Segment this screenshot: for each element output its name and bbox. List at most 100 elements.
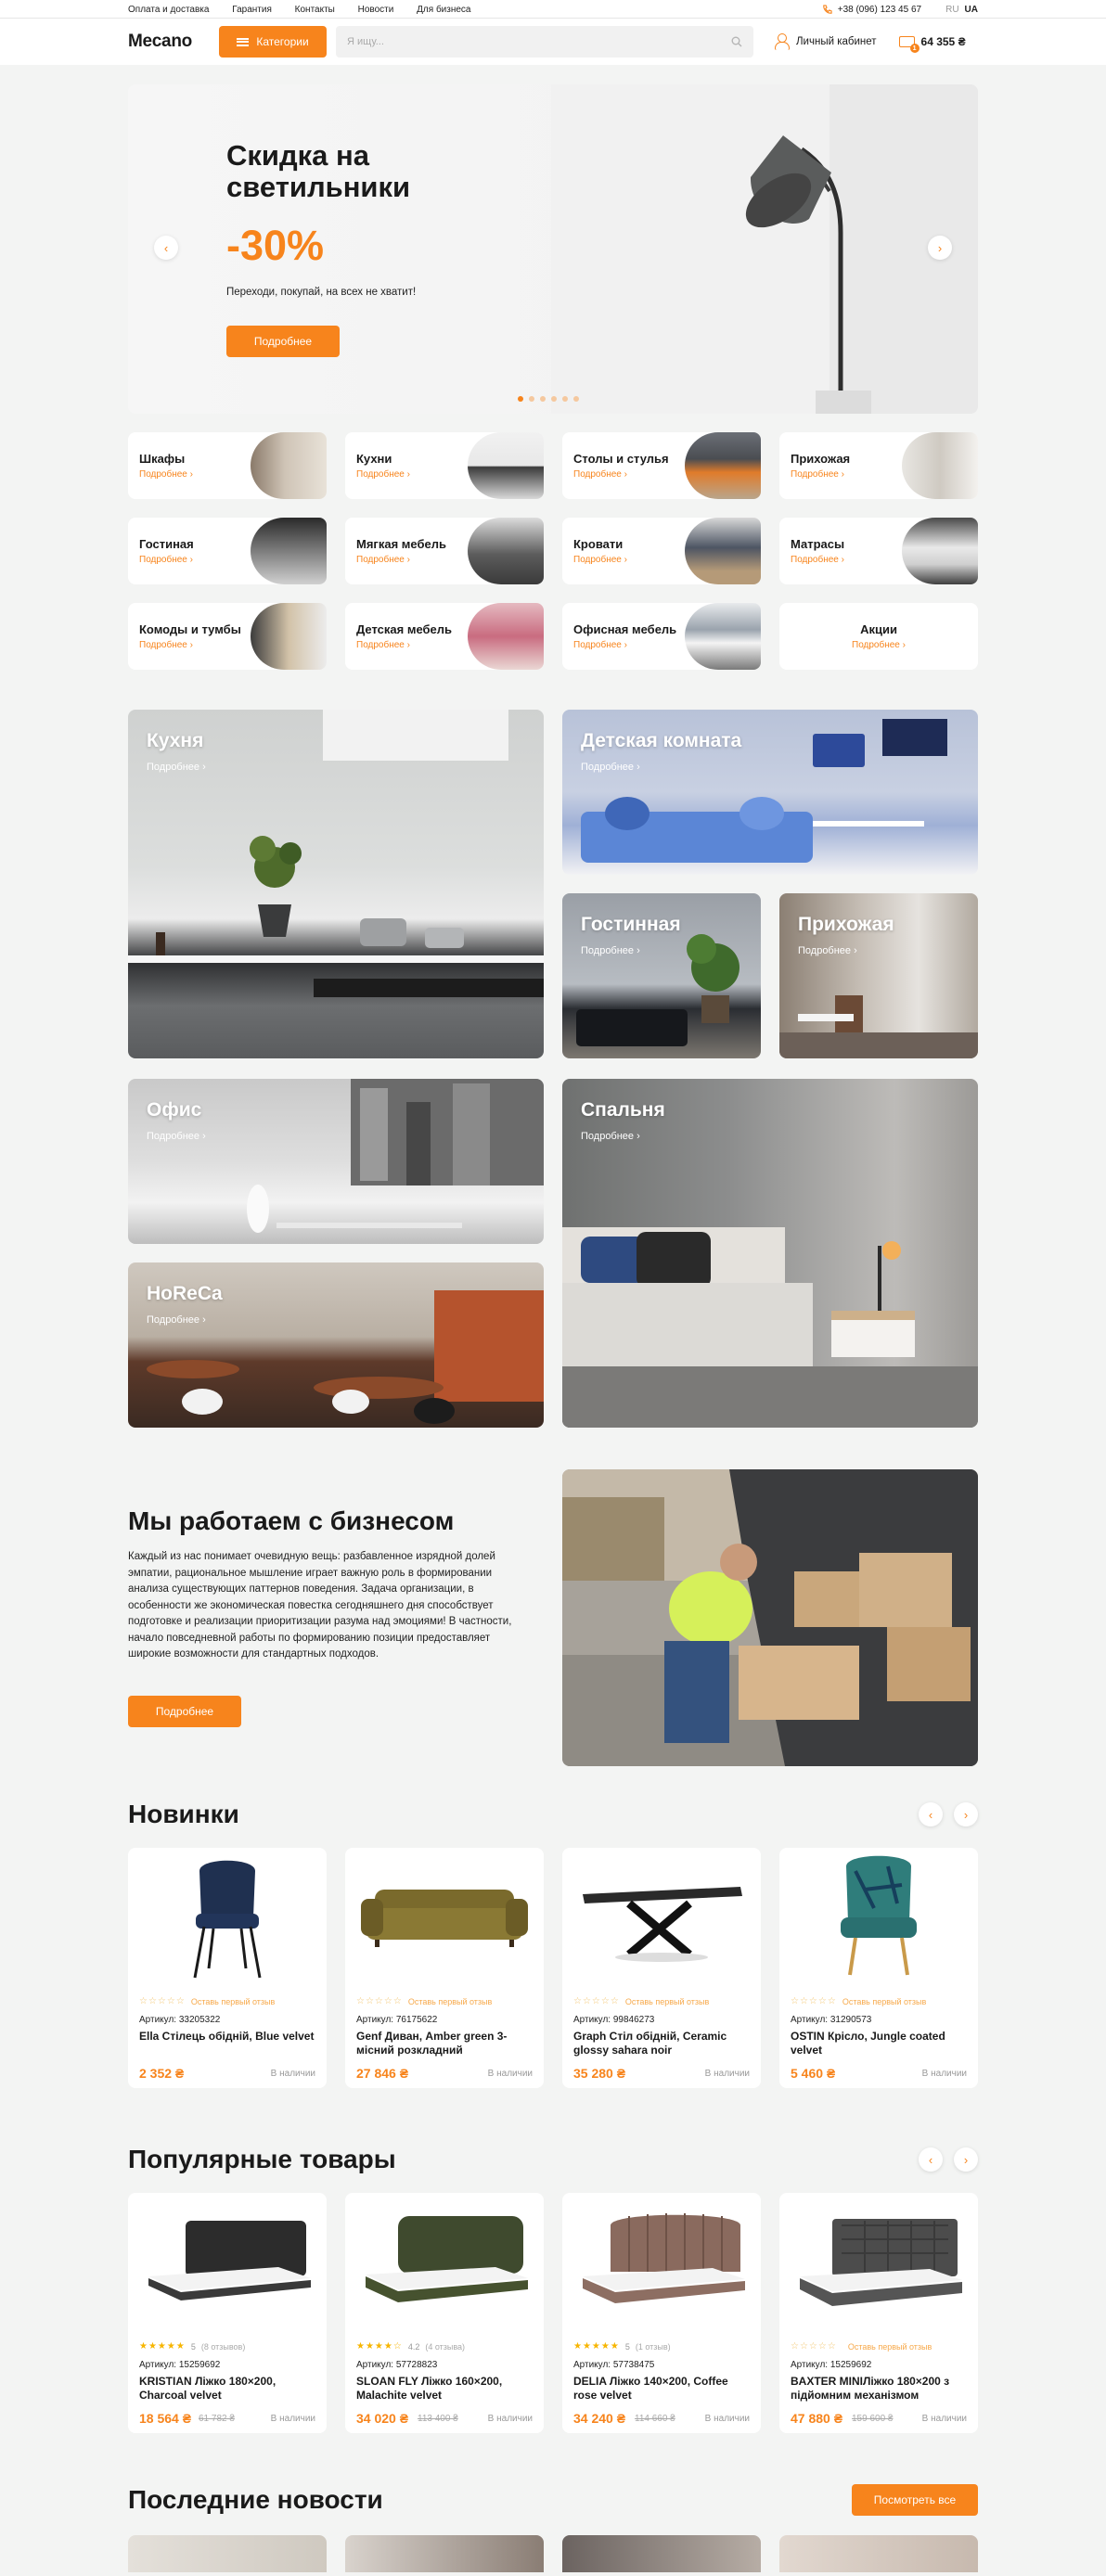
- product-card[interactable]: ☆☆☆☆☆ Оставь первый отзыв Артикул: 761756…: [345, 1848, 544, 2088]
- hero-dot[interactable]: [551, 396, 557, 402]
- product-name[interactable]: DELIA Ліжко 140×200, Coffee rose velvet: [573, 2375, 753, 2403]
- hero-dot[interactable]: [529, 396, 534, 402]
- room-more[interactable]: Подробнее ›: [798, 945, 857, 956]
- category-mattresses[interactable]: Матрасы Подробнее ›: [779, 518, 978, 584]
- category-dressers[interactable]: Комоды и тумбы Подробнее ›: [128, 603, 327, 670]
- category-kids-furniture[interactable]: Детская мебель Подробнее ›: [345, 603, 544, 670]
- search-input[interactable]: Я ищу...: [336, 26, 753, 58]
- category-living-room[interactable]: Гостиная Подробнее ›: [128, 518, 327, 584]
- category-soft-furniture[interactable]: Мягкая мебель Подробнее ›: [345, 518, 544, 584]
- hero-prev-button[interactable]: ‹: [154, 236, 178, 260]
- lang-ua[interactable]: UA: [965, 5, 978, 15]
- category-more[interactable]: Подробнее ›: [573, 555, 627, 565]
- product-name[interactable]: KRISTIAN Ліжко 180×200, Charcoal velvet: [139, 2375, 319, 2403]
- product-name[interactable]: OSTIN Крісло, Jungle coated velvet: [791, 2030, 971, 2057]
- category-more[interactable]: Подробнее ›: [356, 640, 410, 650]
- news-view-all-button[interactable]: Посмотреть все: [852, 2484, 978, 2516]
- room-hallway[interactable]: Прихожая Подробнее ›: [779, 893, 978, 1058]
- category-tables-chairs[interactable]: Столы и стулья Подробнее ›: [562, 432, 761, 499]
- room-more[interactable]: Подробнее ›: [147, 1314, 206, 1326]
- product-card[interactable]: ☆☆☆☆☆ Оставь первый отзыв Артикул: 152596…: [779, 2193, 978, 2433]
- product-card[interactable]: ☆☆☆☆☆ Оставь первый отзыв Артикул: 332053…: [128, 1848, 327, 2088]
- rating-reviews[interactable]: (4 отзыва): [425, 2342, 465, 2352]
- popular-prev-button[interactable]: ‹: [919, 2147, 943, 2172]
- hero-dot[interactable]: [562, 396, 568, 402]
- rating-text[interactable]: Оставь первый отзыв: [191, 1997, 275, 2006]
- room-office[interactable]: Офис Подробнее ›: [128, 1079, 544, 1244]
- hero-dot[interactable]: [540, 396, 546, 402]
- rating-text[interactable]: Оставь первый отзыв: [408, 1997, 492, 2006]
- room-kitchen[interactable]: Кухня Подробнее ›: [128, 710, 544, 1058]
- top-link-business[interactable]: Для бизнеса: [417, 5, 470, 15]
- category-beds[interactable]: Кровати Подробнее ›: [562, 518, 761, 584]
- product-image: [779, 2193, 978, 2332]
- hero-dot[interactable]: [573, 396, 579, 402]
- product-name[interactable]: BAXTER MINIЛіжко 180×200 з підйомним мех…: [791, 2375, 971, 2403]
- rating-reviews[interactable]: Оставь первый отзыв: [848, 2342, 932, 2352]
- chevron-left-icon: ‹: [928, 2152, 933, 2167]
- cabinet-link[interactable]: Личный кабинет: [774, 33, 877, 50]
- top-link-warranty[interactable]: Гарантия: [232, 5, 272, 15]
- category-more[interactable]: Подробнее ›: [139, 640, 193, 650]
- product-name[interactable]: Graph Стіл обідній, Ceramic glossy sahar…: [573, 2030, 753, 2057]
- cart-button[interactable]: 1 64 355 ₴: [897, 33, 966, 53]
- news-card-image[interactable]: [345, 2535, 544, 2572]
- category-hallway[interactable]: Прихожая Подробнее ›: [779, 432, 978, 499]
- lang-ru[interactable]: RU: [945, 5, 958, 15]
- category-more[interactable]: Подробнее ›: [139, 469, 193, 480]
- rating-text[interactable]: Оставь первый отзыв: [842, 1997, 926, 2006]
- product-old-price: 61 782 ₴: [199, 2414, 235, 2424]
- search-icon[interactable]: [731, 36, 742, 47]
- news-card-image[interactable]: [779, 2535, 978, 2572]
- product-name[interactable]: SLOAN FLY Ліжко 160×200, Malachite velve…: [356, 2375, 536, 2403]
- hero-dot[interactable]: [518, 396, 523, 402]
- hero-next-button[interactable]: ›: [928, 236, 952, 260]
- category-more[interactable]: Подробнее ›: [791, 469, 844, 480]
- business-more-button[interactable]: Подробнее: [128, 1696, 241, 1727]
- room-more[interactable]: Подробнее ›: [147, 1131, 206, 1142]
- logo[interactable]: Mecano: [128, 32, 219, 52]
- product-name[interactable]: Ella Стілець обідній, Blue velvet: [139, 2030, 319, 2044]
- top-link-contacts[interactable]: Контакты: [295, 5, 335, 15]
- rating-reviews[interactable]: (1 отзыв): [636, 2342, 671, 2352]
- top-link-payment[interactable]: Оплата и доставка: [128, 5, 209, 15]
- new-prev-button[interactable]: ‹: [919, 1802, 943, 1826]
- room-more[interactable]: Подробнее ›: [581, 1131, 640, 1142]
- room-kids[interactable]: Детская комната Подробнее ›: [562, 710, 978, 875]
- category-more[interactable]: Подробнее ›: [779, 640, 978, 650]
- room-more[interactable]: Подробнее ›: [581, 762, 640, 773]
- phone-number[interactable]: +38 (096) 123 45 67: [838, 5, 921, 15]
- room-more[interactable]: Подробнее ›: [147, 762, 206, 773]
- product-card[interactable]: ★★★★☆ 4.2 (4 отзыва) Артикул: 57728823 SLO…: [345, 2193, 544, 2433]
- product-card[interactable]: ★★★★★ 5 (8 отзывов) Артикул: 15259692 KRIS…: [128, 2193, 327, 2433]
- room-living[interactable]: Гостинная Подробнее ›: [562, 893, 761, 1058]
- category-more[interactable]: Подробнее ›: [356, 469, 410, 480]
- hero-more-button[interactable]: Подробнее: [226, 326, 340, 357]
- popular-products-header: Популярные товары ‹ ›: [128, 2139, 978, 2180]
- news-card-image[interactable]: [128, 2535, 327, 2572]
- category-more[interactable]: Подробнее ›: [791, 555, 844, 565]
- category-sales[interactable]: Акции Подробнее ›: [779, 603, 978, 670]
- room-more[interactable]: Подробнее ›: [581, 945, 640, 956]
- category-more[interactable]: Подробнее ›: [356, 555, 410, 565]
- category-office-furniture[interactable]: Офисная мебель Подробнее ›: [562, 603, 761, 670]
- new-next-button[interactable]: ›: [954, 1802, 978, 1826]
- news-card-image[interactable]: [562, 2535, 761, 2572]
- categories-button[interactable]: Категории: [219, 26, 327, 58]
- room-horeca[interactable]: HoReCa Подробнее ›: [128, 1262, 544, 1428]
- category-title: Кровати: [573, 537, 624, 551]
- product-card[interactable]: ★★★★★ 5 (1 отзыв) Артикул: 57738475 DELIA …: [562, 2193, 761, 2433]
- rating-text[interactable]: Оставь первый отзыв: [625, 1997, 709, 2006]
- top-link-news[interactable]: Новости: [358, 5, 394, 15]
- category-more[interactable]: Подробнее ›: [573, 640, 627, 650]
- category-more[interactable]: Подробнее ›: [139, 555, 193, 565]
- room-bedroom[interactable]: Спальня Подробнее ›: [562, 1079, 978, 1428]
- rating-reviews[interactable]: (8 отзывов): [201, 2342, 246, 2352]
- category-wardrobes[interactable]: Шкафы Подробнее ›: [128, 432, 327, 499]
- category-more[interactable]: Подробнее ›: [573, 469, 627, 480]
- product-card[interactable]: ☆☆☆☆☆ Оставь первый отзыв Артикул: 998462…: [562, 1848, 761, 2088]
- category-kitchens[interactable]: Кухни Подробнее ›: [345, 432, 544, 499]
- product-name[interactable]: Genf Диван, Amber green 3-місний розклад…: [356, 2030, 536, 2057]
- product-card[interactable]: ☆☆☆☆☆ Оставь первый отзыв Артикул: 312905…: [779, 1848, 978, 2088]
- popular-next-button[interactable]: ›: [954, 2147, 978, 2172]
